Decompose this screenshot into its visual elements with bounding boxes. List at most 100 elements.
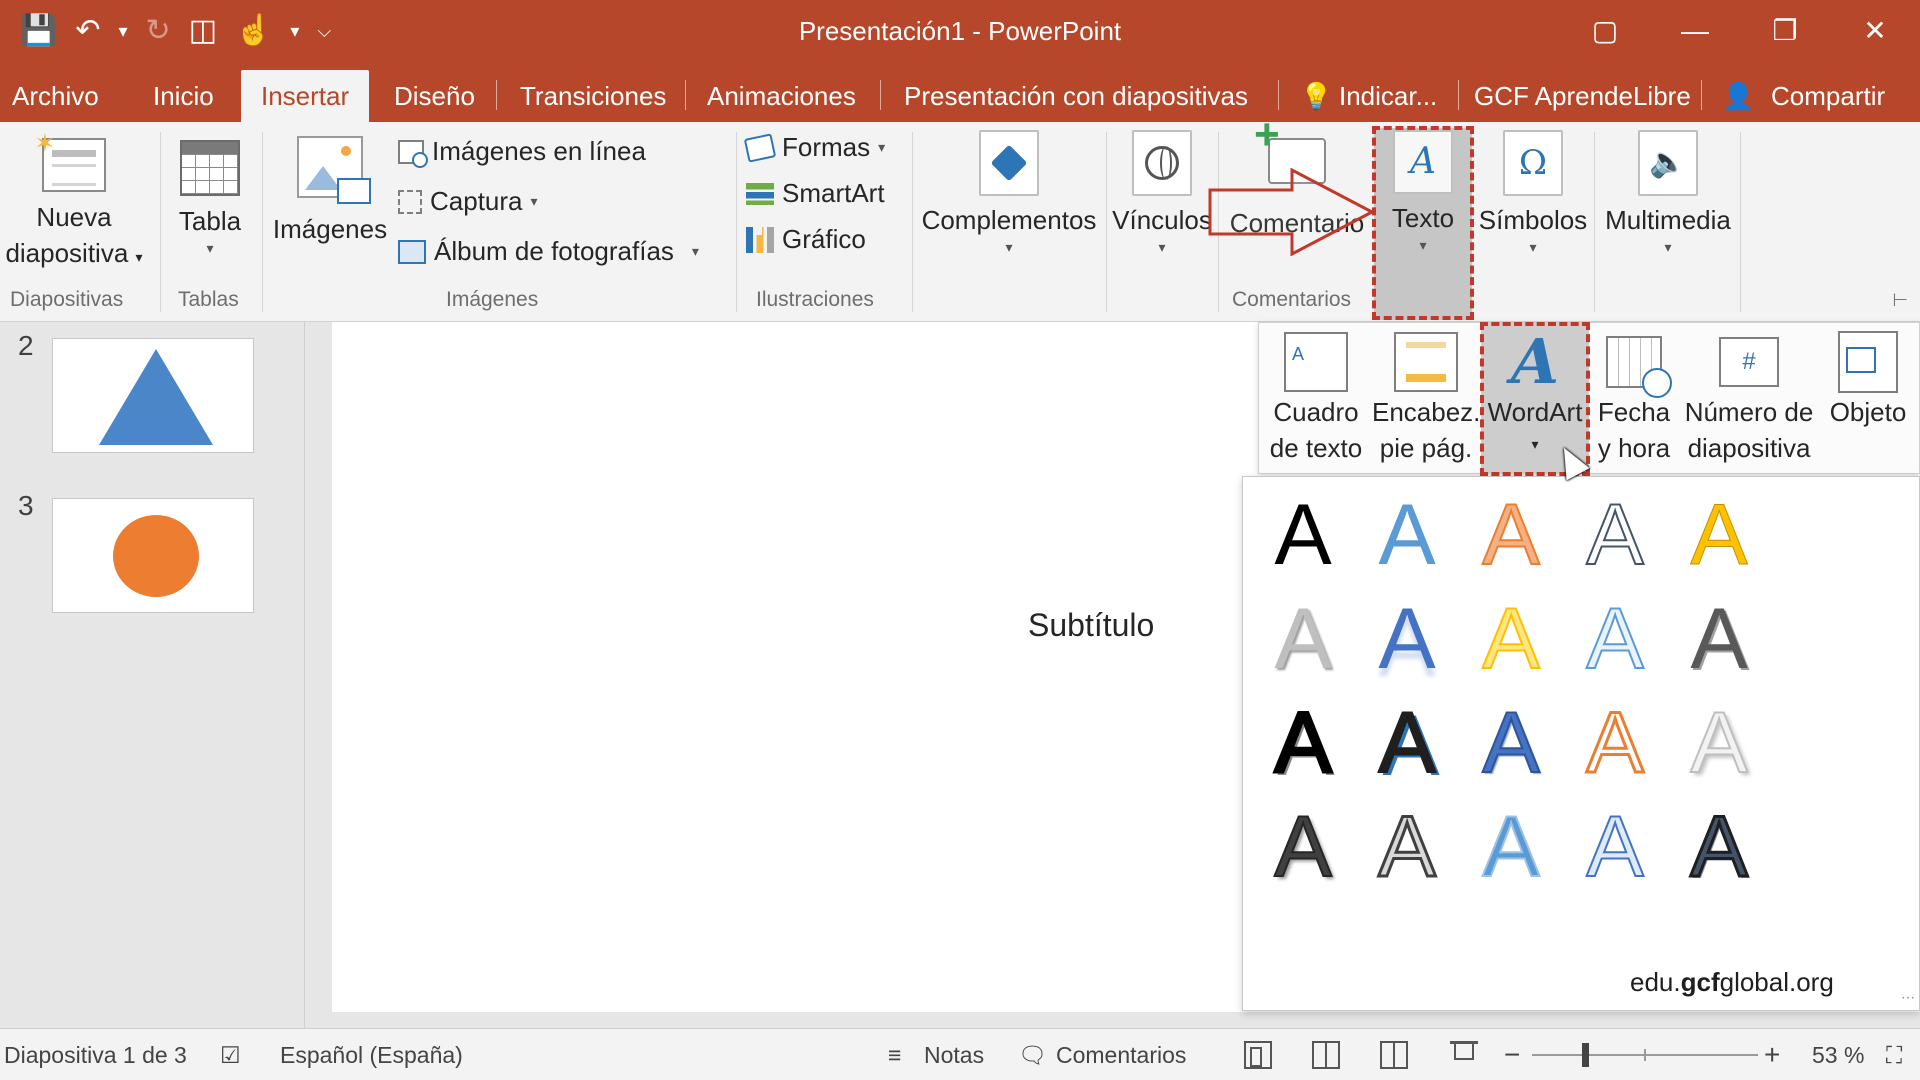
language-indicator[interactable]: Español (España) (280, 1029, 463, 1080)
slide-thumbnail-2[interactable] (52, 338, 254, 453)
album-fotografias-button[interactable]: Álbum de fotografías ▾ (398, 236, 699, 267)
reading-view-icon[interactable] (1380, 1041, 1408, 1069)
triangle-shape (99, 349, 213, 445)
proofing-icon[interactable]: ☑ (220, 1029, 241, 1080)
wordart-gallery: AAAAAAAAAAAAAAAAAAAA ⋯ (1242, 476, 1920, 1011)
tab-inicio[interactable]: Inicio (153, 62, 214, 122)
objeto-button[interactable]: Objeto (1822, 330, 1914, 430)
wordart-style-20[interactable]: A (1669, 797, 1769, 897)
wordart-style-11[interactable]: A (1253, 693, 1353, 793)
numero-diapositiva-button[interactable]: # Número de diapositiva (1680, 330, 1818, 466)
share-button[interactable]: Compartir (1771, 62, 1885, 122)
comments-icon[interactable]: 🗨 (1018, 1029, 1047, 1080)
tab-animaciones[interactable]: Animaciones (707, 62, 856, 122)
wordart-style-9[interactable]: A (1565, 589, 1665, 689)
ribbon-display-options-icon[interactable]: ▢ (1560, 0, 1650, 62)
zoom-in-button[interactable]: + (1764, 1029, 1780, 1080)
tabla-button[interactable]: Tabla ▾ (168, 140, 252, 257)
restore-icon[interactable]: ❐ (1740, 0, 1830, 62)
smartart-button[interactable]: SmartArt (746, 178, 885, 209)
new-slide-icon: ✶ (34, 128, 106, 192)
chevron-down-icon: ▾ (1419, 237, 1427, 253)
diapositiva-label: diapositiva (5, 238, 129, 268)
notes-button[interactable]: Notas (924, 1029, 984, 1080)
minimize-icon[interactable]: — (1650, 0, 1740, 62)
tab-transiciones[interactable]: Transiciones (520, 62, 666, 122)
comments-button[interactable]: Comentarios (1056, 1029, 1186, 1080)
slide-thumbnail-3[interactable] (52, 498, 254, 613)
wordart-style-12[interactable]: A (1357, 693, 1457, 793)
wordart-style-19[interactable]: A (1565, 797, 1665, 897)
simbolos-button[interactable]: Ω Símbolos ▾ (1474, 130, 1592, 256)
complementos-button[interactable]: Complementos ▾ (914, 130, 1104, 256)
close-icon[interactable]: ✕ (1830, 0, 1920, 62)
tab-gcf-aprendelibre[interactable]: GCF AprendeLibre (1474, 62, 1691, 122)
notes-icon[interactable]: ≡ (888, 1029, 901, 1080)
tab-divider (1458, 80, 1459, 110)
title-bar: 💾 ↶ ▾ ↻ ◫ ☝ ▾ ⌵ Presentación1 - PowerPoi… (0, 0, 1920, 62)
imagenes-button[interactable]: Imágenes (268, 136, 392, 247)
slide-number: 3 (18, 490, 34, 521)
slideshow-view-icon[interactable] (1450, 1041, 1478, 1069)
wordart-style-8[interactable]: A (1461, 589, 1561, 689)
wordart-style-18[interactable]: A (1461, 797, 1561, 897)
cuadro-de-texto-button[interactable]: A Cuadro de texto (1262, 330, 1370, 466)
tab-presentacion[interactable]: Presentación con diapositivas (904, 62, 1248, 122)
chevron-down-icon: ▾ (1664, 239, 1672, 255)
tab-diseno[interactable]: Diseño (394, 62, 475, 122)
smartart-label: SmartArt (782, 178, 885, 208)
sparkle-icon: ✶ (34, 128, 56, 158)
omega-icon: Ω (1518, 143, 1548, 183)
multimedia-button[interactable]: 🔈 Multimedia ▾ (1598, 130, 1738, 256)
vinculos-button[interactable]: Vínculos ▾ (1110, 130, 1214, 256)
wordart-style-14[interactable]: A (1565, 693, 1665, 793)
group-divider (160, 132, 161, 312)
wordart-icon: A (1510, 325, 1560, 398)
fit-to-window-icon[interactable]: ⛶ (1886, 1029, 1902, 1080)
tell-me-bulb-icon[interactable]: 💡 (1300, 62, 1332, 122)
text-icon: A (1393, 130, 1453, 194)
wordart-style-4[interactable]: A (1565, 485, 1665, 585)
wordart-style-17[interactable]: A (1357, 797, 1457, 897)
tab-divider (685, 80, 686, 110)
subtitle-placeholder[interactable]: Subtítulo (1028, 607, 1154, 644)
share-user-icon[interactable]: 👤 (1722, 62, 1754, 122)
links-icon (1132, 130, 1192, 196)
zoom-out-button[interactable]: − (1504, 1029, 1520, 1080)
wordart-style-16[interactable]: A (1253, 797, 1353, 897)
group-label-ilustraciones: Ilustraciones (756, 288, 874, 311)
wordart-style-2[interactable]: A (1357, 485, 1457, 585)
wordart-style-15[interactable]: A (1669, 693, 1769, 793)
zoom-slider-thumb[interactable] (1582, 1043, 1589, 1067)
tab-insertar[interactable]: Insertar (241, 70, 370, 122)
grafico-button[interactable]: Gráfico (746, 224, 866, 255)
captura-button[interactable]: Captura ▾ (398, 186, 538, 217)
imagenes-en-linea-button[interactable]: Imágenes en línea (398, 136, 646, 168)
wordart-style-3[interactable]: A (1461, 485, 1561, 585)
wordart-style-1[interactable]: A (1253, 485, 1353, 585)
group-divider (1740, 132, 1741, 312)
nueva-diapositiva-button[interactable]: ✶ Nueva diapositiva ▾ (0, 128, 148, 275)
normal-view-icon[interactable] (1244, 1041, 1272, 1069)
formas-button[interactable]: Formas ▾ (743, 132, 885, 163)
fecha-hora-button[interactable]: Fecha y hora (1594, 330, 1674, 466)
objeto-label: Objeto (1829, 397, 1907, 427)
wordart-style-7[interactable]: A (1357, 589, 1457, 689)
tell-me-search[interactable]: Indicar... (1339, 62, 1437, 122)
texto-button[interactable]: A Texto ▾ (1374, 130, 1472, 254)
pin-ribbon-icon[interactable]: ⊢ (1892, 290, 1908, 311)
wordart-button[interactable]: A WordArt ▾ (1482, 330, 1588, 458)
resize-grip-icon[interactable]: ⋯ (1901, 989, 1915, 1006)
encabezado-pie-button[interactable]: Encabez. pie pág. (1372, 330, 1480, 466)
shapes-icon (743, 132, 777, 163)
multimedia-label: Multimedia (1605, 205, 1731, 235)
addins-icon (979, 130, 1039, 196)
wordart-style-10[interactable]: A (1669, 589, 1769, 689)
zoom-level[interactable]: 53 % (1812, 1029, 1864, 1080)
slide-sorter-icon[interactable] (1312, 1041, 1340, 1069)
wordart-style-6[interactable]: A (1253, 589, 1353, 689)
wordart-style-5[interactable]: A (1669, 485, 1769, 585)
tab-archivo[interactable]: Archivo (12, 62, 99, 122)
wordart-style-13[interactable]: A (1461, 693, 1561, 793)
group-label-tablas: Tablas (178, 288, 239, 311)
